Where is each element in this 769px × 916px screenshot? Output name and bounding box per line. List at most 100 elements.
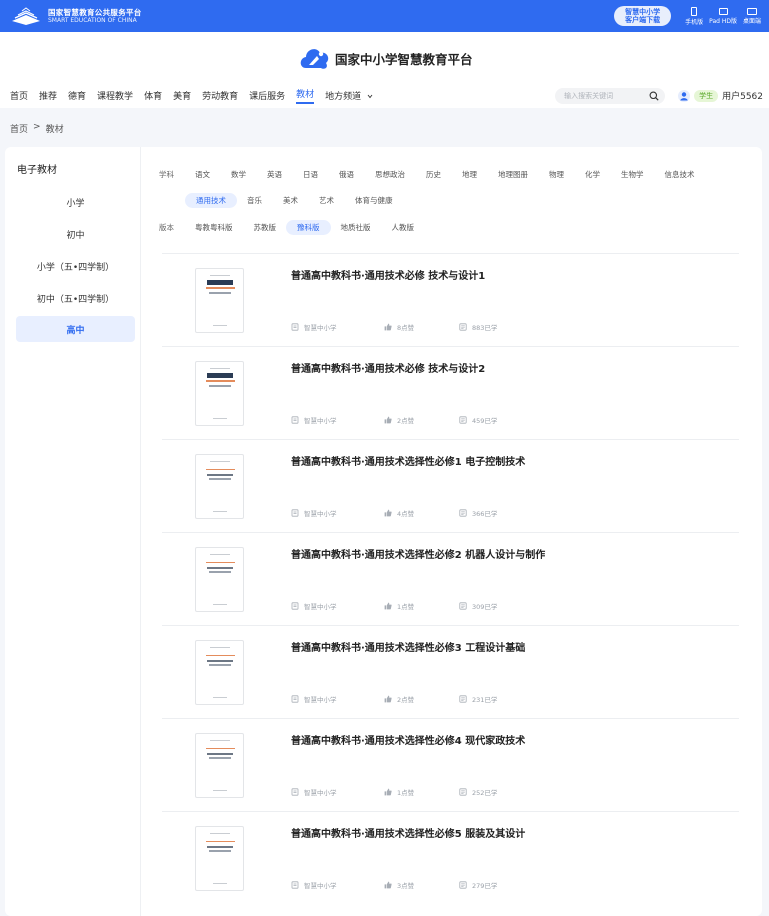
breadcrumb-home[interactable]: 首页 [10, 122, 28, 135]
like-count-text: 2点赞 [397, 417, 415, 425]
textbook-title[interactable]: 普通高中教科书·通用技术选择性必修3 工程设计基础 [291, 639, 525, 654]
textbook-item[interactable]: 普通高中教科书·通用技术选择性必修4 现代家政技术 智慧中小学 1点赞 252已… [162, 718, 739, 811]
subject-chip[interactable]: 数学 [231, 167, 246, 182]
edition-chip[interactable]: 人教版 [392, 220, 415, 235]
main-content: 电子教材 小学 初中 小学（五•四学制） 初中（五•四学制） 高中 学科 语文 … [5, 147, 762, 916]
learned-icon [459, 323, 467, 331]
desktop-version-link[interactable]: 桌面端 [743, 7, 761, 25]
subject-row-2: 通用技术 音乐 美术 艺术 体育与健康 [185, 193, 414, 208]
textbook-item[interactable]: 普通高中教科书·通用技术必修 技术与设计2 智慧中小学 2点赞 459已学 [162, 346, 739, 439]
textbook-cover[interactable] [195, 733, 244, 798]
subject-chip[interactable]: 俄语 [339, 167, 354, 182]
subject-chip[interactable]: 日语 [303, 167, 318, 182]
breadcrumb: 首页 > 教材 [10, 122, 64, 135]
user-profile[interactable]: 学生 用户5562 [678, 89, 763, 102]
nav-sports[interactable]: 体育 [144, 89, 162, 102]
nav-course-teaching[interactable]: 课程教学 [97, 89, 133, 102]
subject-chip[interactable]: 语文 [195, 167, 210, 182]
subject-chip[interactable]: 信息技术 [665, 167, 695, 182]
subject-chip[interactable]: 物理 [549, 167, 564, 182]
like-count-text: 3点赞 [397, 882, 415, 890]
edition-chip-selected[interactable]: 豫科版 [286, 220, 331, 235]
learner-count-text: 252已学 [472, 789, 498, 797]
subject-chip[interactable]: 化学 [585, 167, 600, 182]
edition-chip[interactable]: 地质社版 [341, 220, 371, 235]
nav-local-channel[interactable]: 地方频道 [325, 89, 373, 102]
sidebar-item-junior-54[interactable]: 初中（五•四学制） [16, 285, 135, 311]
textbook-item[interactable]: 普通高中教科书·通用技术选择性必修5 服装及其设计 智慧中小学 3点赞 279已… [162, 811, 739, 904]
like-count-text: 4点赞 [397, 510, 415, 518]
subject-chip[interactable]: 英语 [267, 167, 282, 182]
publisher-info: 智慧中小学 [291, 322, 337, 332]
nav-home[interactable]: 首页 [10, 89, 28, 102]
publisher-icon [291, 788, 299, 796]
subject-chip[interactable]: 音乐 [247, 193, 262, 208]
subject-chip[interactable]: 生物学 [621, 167, 644, 182]
textbook-title[interactable]: 普通高中教科书·通用技术必修 技术与设计2 [291, 360, 485, 375]
edition-chip[interactable]: 粤教粤科版 [195, 220, 233, 235]
thumb-up-icon [384, 602, 392, 610]
learner-count-text: 231已学 [472, 696, 498, 704]
edition-chip[interactable]: 苏教版 [254, 220, 277, 235]
mobile-version-link[interactable]: 手机版 [685, 6, 703, 26]
publisher-name: 智慧中小学 [304, 882, 337, 890]
textbook-item[interactable]: 普通高中教科书·通用技术必修 技术与设计1 智慧中小学 8点赞 883已学 [162, 253, 739, 346]
sidebar-item-primary[interactable]: 小学 [16, 189, 135, 215]
textbook-cover[interactable] [195, 454, 244, 519]
subject-chip-selected[interactable]: 通用技术 [185, 193, 237, 208]
sidebar-item-senior[interactable]: 高中 [16, 316, 135, 342]
textbook-cover[interactable] [195, 640, 244, 705]
publisher-info: 智慧中小学 [291, 601, 337, 611]
textbook-cover[interactable] [195, 361, 244, 426]
client-download-button[interactable]: 智慧中小学 客户端下载 [614, 6, 672, 26]
nav-labor[interactable]: 劳动教育 [202, 89, 238, 102]
textbook-title[interactable]: 普通高中教科书·通用技术选择性必修2 机器人设计与制作 [291, 546, 545, 561]
textbook-item[interactable]: 普通高中教科书·通用技术选择性必修1 电子控制技术 智慧中小学 4点赞 366已… [162, 439, 739, 532]
textbook-item[interactable]: 普通高中教科书·通用技术选择性必修2 机器人设计与制作 智慧中小学 1点赞 30… [162, 532, 739, 625]
sidebar-item-junior[interactable]: 初中 [16, 221, 135, 247]
subject-chip[interactable]: 思想政治 [375, 167, 405, 182]
textbook-cover[interactable] [195, 547, 244, 612]
nav-recommend[interactable]: 推荐 [39, 89, 57, 102]
textbook-item[interactable]: 普通高中教科书·通用技术选择性必修3 工程设计基础 智慧中小学 2点赞 231已… [162, 625, 739, 718]
platform-brand[interactable]: 国家智慧教育公共服务平台 SMART EDUCATION OF CHINA [10, 7, 142, 25]
textbook-cover[interactable] [195, 268, 244, 333]
subject-chip[interactable]: 体育与健康 [355, 193, 393, 208]
like-count-text: 1点赞 [397, 789, 415, 797]
learned-icon [459, 788, 467, 796]
publisher-name: 智慧中小学 [304, 324, 337, 332]
subject-chip[interactable]: 艺术 [319, 193, 334, 208]
sidebar: 电子教材 小学 初中 小学（五•四学制） 初中（五•四学制） 高中 [5, 147, 141, 916]
search-box[interactable] [555, 87, 666, 104]
nav-after-school[interactable]: 课后服务 [249, 89, 285, 102]
nav-arts[interactable]: 美育 [173, 89, 191, 102]
site-logo[interactable]: 国家中小学智慧教育平台 [298, 44, 473, 72]
breadcrumb-current: 教材 [45, 125, 64, 135]
search-input[interactable] [564, 91, 645, 100]
download-line-1: 智慧中小学 [625, 8, 661, 16]
subject-chip[interactable]: 历史 [426, 167, 441, 182]
textbook-title[interactable]: 普通高中教科书·通用技术选择性必修1 电子控制技术 [291, 453, 525, 468]
learner-count-text: 366已学 [472, 510, 498, 518]
edition-label: 版本 [159, 223, 174, 232]
search-icon[interactable] [649, 91, 659, 101]
learner-count: 252已学 [459, 787, 497, 797]
textbook-title[interactable]: 普通高中教科书·通用技术必修 技术与设计1 [291, 267, 485, 282]
subject-chip[interactable]: 地理 [462, 167, 477, 182]
thumb-up-icon [384, 695, 392, 703]
textbook-title[interactable]: 普通高中教科书·通用技术选择性必修4 现代家政技术 [291, 732, 525, 747]
thumb-up-icon [384, 788, 392, 796]
pad-version-link[interactable]: Pad HD版 [709, 7, 737, 25]
publisher-name: 智慧中小学 [304, 510, 337, 518]
nav-moral[interactable]: 德育 [68, 89, 86, 102]
learner-count-text: 883已学 [472, 324, 498, 332]
sidebar-item-primary-54[interactable]: 小学（五•四学制） [16, 253, 135, 279]
textbook-cover[interactable] [195, 826, 244, 891]
main-nav: 首页 推荐 德育 课程教学 体育 美育 劳动教育 课后服务 教材 地方频道 学 [10, 87, 763, 104]
nav-textbooks[interactable]: 教材 [296, 87, 315, 104]
subject-chip[interactable]: 美术 [283, 193, 298, 208]
learner-count-text: 279已学 [472, 882, 498, 890]
subject-chip[interactable]: 地理图册 [498, 167, 528, 182]
textbook-title[interactable]: 普通高中教科书·通用技术选择性必修5 服装及其设计 [291, 825, 525, 840]
like-count: 4点赞 [384, 508, 414, 518]
